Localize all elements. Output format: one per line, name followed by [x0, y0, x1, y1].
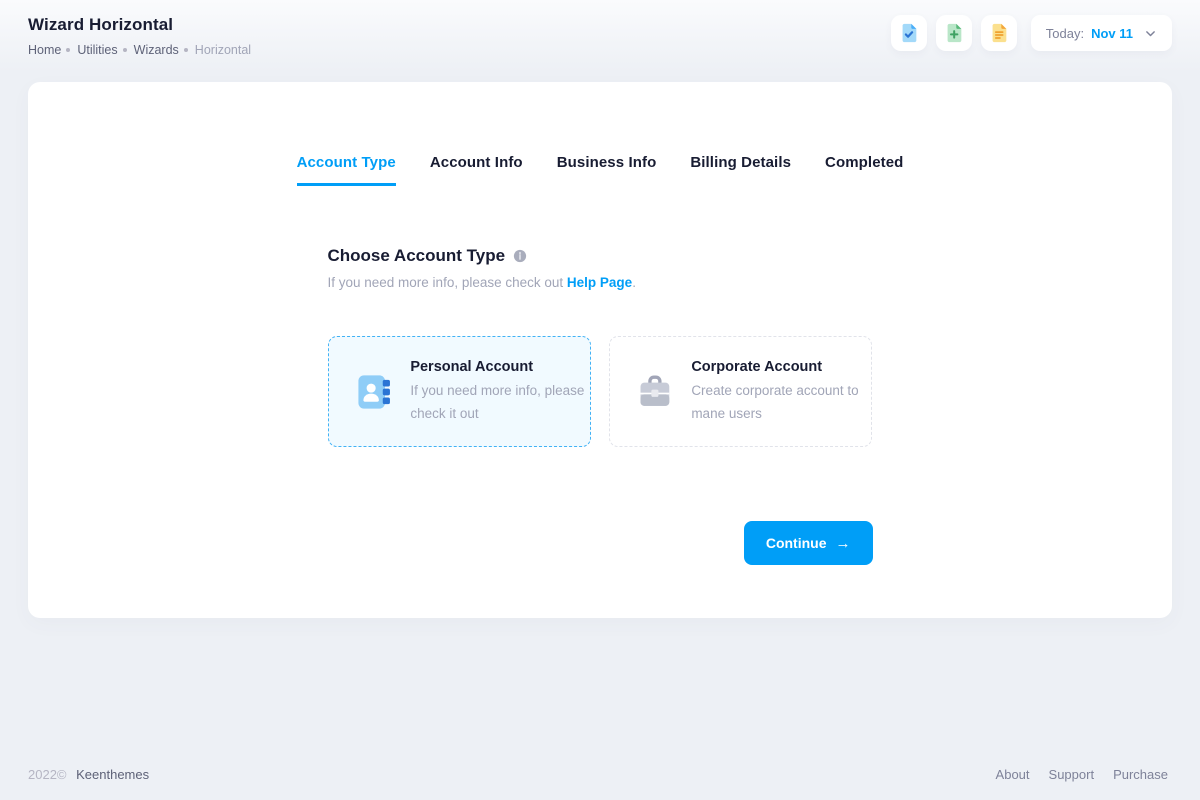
date-picker-label: Today: — [1046, 26, 1084, 41]
file-lines-icon — [988, 22, 1010, 44]
option-personal-text: Personal Account If you need more info, … — [410, 359, 589, 425]
step-heading-text: Choose Account Type — [328, 246, 506, 266]
footer-links: About Support Purchase — [996, 767, 1168, 782]
file-plus-icon — [943, 22, 965, 44]
breadcrumb-item-utilities[interactable]: Utilities — [77, 43, 117, 57]
page-header: Wizard Horizontal Home Utilities Wizards… — [0, 0, 1200, 76]
header-actions: Today: Nov 11 — [891, 15, 1172, 51]
date-picker-value: Nov 11 — [1091, 26, 1133, 41]
tab-business-info[interactable]: Business Info — [557, 154, 657, 186]
footer-link-about[interactable]: About — [996, 767, 1030, 782]
option-corporate-text: Corporate Account Create corporate accou… — [691, 359, 870, 425]
address-book-icon — [354, 372, 394, 412]
breadcrumb-separator-dot — [123, 48, 127, 52]
option-personal-description: If you need more info, please check it o… — [410, 379, 589, 425]
tab-billing-details[interactable]: Billing Details — [690, 154, 791, 186]
continue-button-label: Continue — [766, 535, 827, 551]
step-actions: Continue → — [328, 521, 873, 565]
step-account-type-content: Choose Account Type If you need more inf… — [328, 246, 873, 565]
tab-account-type[interactable]: Account Type — [297, 154, 396, 186]
wizard-horizontal-page: Wizard Horizontal Home Utilities Wizards… — [0, 0, 1200, 800]
breadcrumb-item-horizontal: Horizontal — [195, 43, 251, 57]
page-footer: 2022© Keenthemes About Support Purchase — [28, 767, 1168, 782]
tab-account-info[interactable]: Account Info — [430, 154, 523, 186]
breadcrumb-separator-dot — [184, 48, 188, 52]
step-subtext: If you need more info, please check out … — [328, 275, 873, 290]
option-personal-account[interactable]: Personal Account If you need more info, … — [328, 336, 591, 447]
option-corporate-description: Create corporate account to mane users — [691, 379, 870, 425]
header-titles: Wizard Horizontal Home Utilities Wizards… — [28, 15, 251, 57]
help-page-link[interactable]: Help Page — [567, 275, 632, 290]
footer-link-support[interactable]: Support — [1049, 767, 1095, 782]
file-lines-button[interactable] — [981, 15, 1017, 51]
arrow-right-icon: → — [836, 536, 851, 551]
option-personal-title: Personal Account — [410, 359, 589, 375]
wizard-card: Account Type Account Info Business Info … — [28, 82, 1172, 618]
footer-link-purchase[interactable]: Purchase — [1113, 767, 1168, 782]
wizard-step-tabs: Account Type Account Info Business Info … — [28, 154, 1172, 186]
breadcrumb: Home Utilities Wizards Horizontal — [28, 43, 251, 57]
file-check-button[interactable] — [891, 15, 927, 51]
tab-completed[interactable]: Completed — [825, 154, 903, 186]
copyright-year: 2022© — [28, 767, 67, 782]
copyright-brand-link[interactable]: Keenthemes — [76, 767, 149, 782]
account-type-options: Personal Account If you need more info, … — [328, 336, 873, 447]
chevron-down-icon — [1144, 27, 1157, 40]
breadcrumb-item-home[interactable]: Home — [28, 43, 61, 57]
step-heading: Choose Account Type — [328, 246, 873, 266]
option-corporate-account[interactable]: Corporate Account Create corporate accou… — [609, 336, 872, 447]
option-corporate-title: Corporate Account — [691, 359, 870, 375]
file-plus-button[interactable] — [936, 15, 972, 51]
briefcase-icon — [635, 372, 675, 412]
continue-button[interactable]: Continue → — [744, 521, 873, 565]
file-check-icon — [898, 22, 920, 44]
page-title: Wizard Horizontal — [28, 15, 251, 35]
step-subtext-suffix: . — [632, 275, 636, 290]
date-picker-button[interactable]: Today: Nov 11 — [1031, 15, 1172, 51]
step-subtext-prefix: If you need more info, please check out — [328, 275, 567, 290]
info-icon[interactable] — [513, 249, 527, 263]
breadcrumb-item-wizards[interactable]: Wizards — [134, 43, 179, 57]
breadcrumb-separator-dot — [66, 48, 70, 52]
footer-copyright: 2022© Keenthemes — [28, 767, 149, 782]
